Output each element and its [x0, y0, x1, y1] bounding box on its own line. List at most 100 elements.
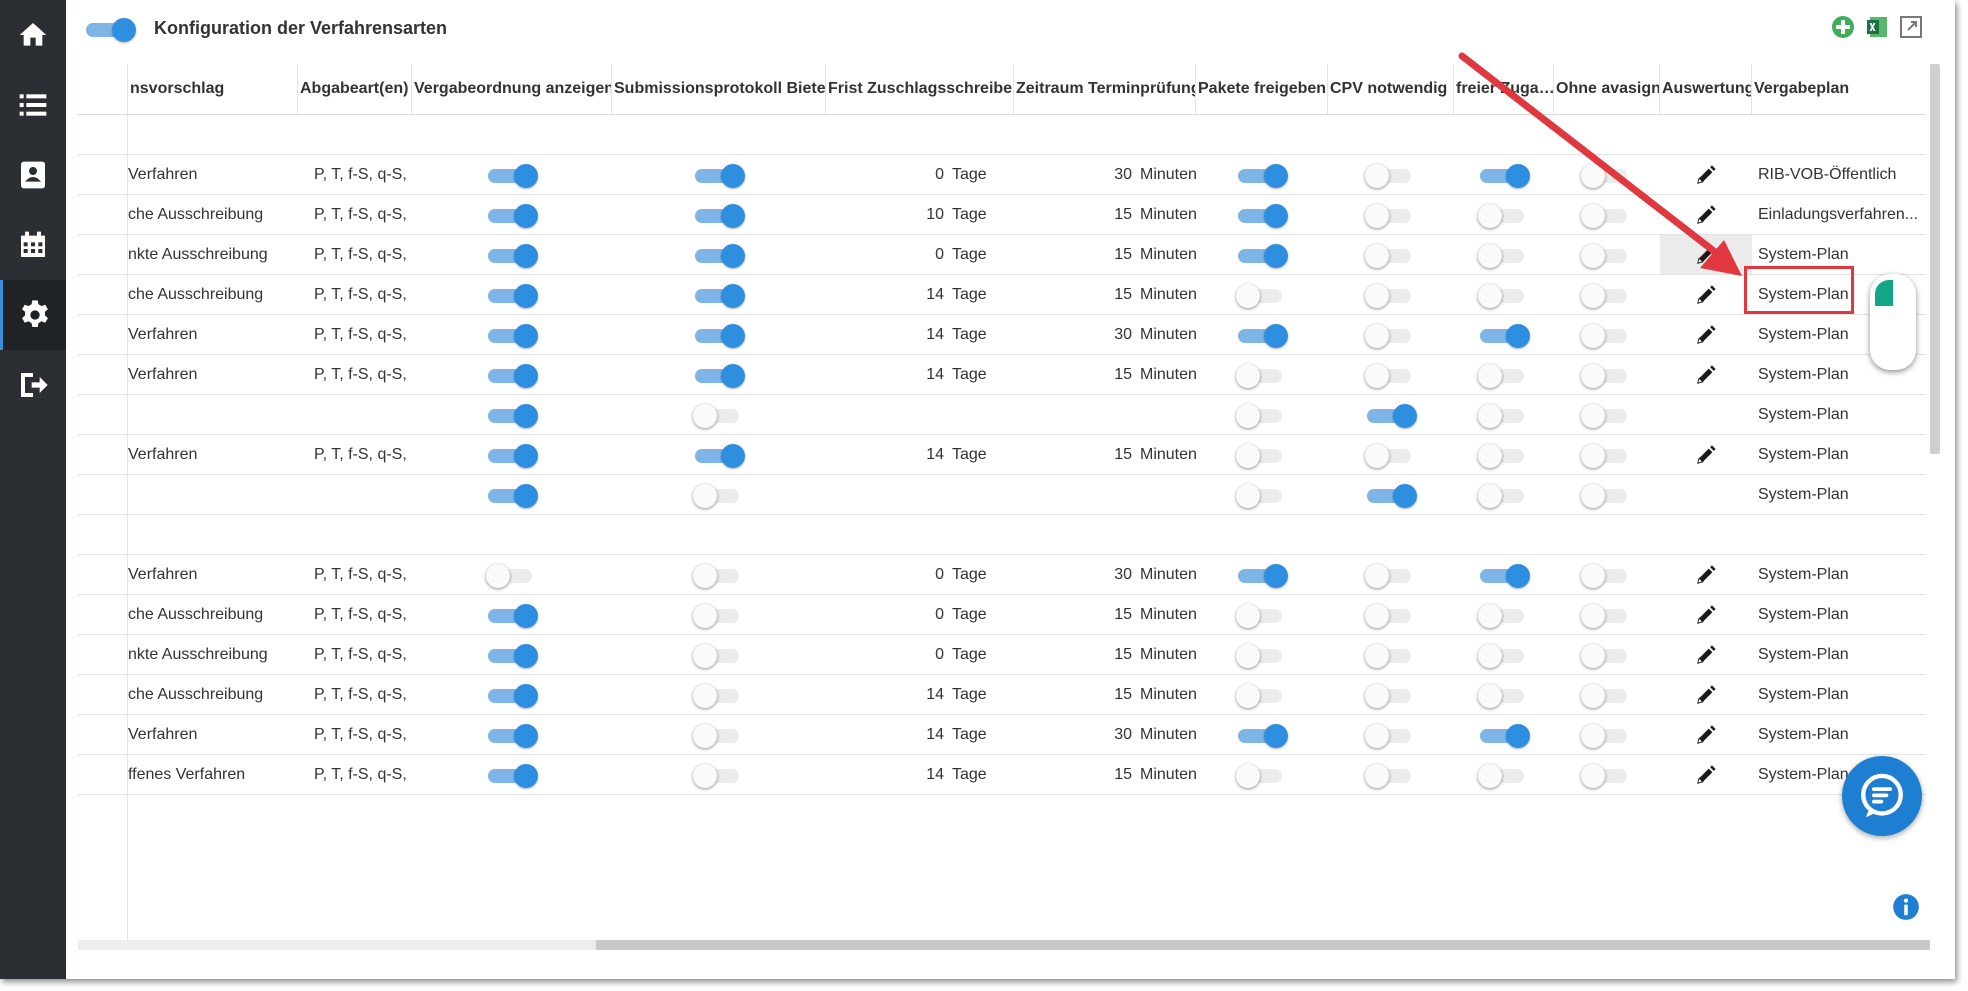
toggle-switch[interactable]: [488, 443, 538, 468]
toggle-switch[interactable]: [1365, 723, 1415, 748]
toggle-switch[interactable]: [695, 243, 745, 268]
toggle-switch[interactable]: [1236, 603, 1286, 628]
toggle-switch[interactable]: [1238, 563, 1288, 588]
toggle-switch[interactable]: [1238, 243, 1288, 268]
toggle-switch[interactable]: [1581, 483, 1631, 508]
toggle-switch[interactable]: [1478, 683, 1528, 708]
column-header[interactable]: Pakete freigeben: [1196, 64, 1328, 114]
sidebar-item-logout[interactable]: [0, 350, 66, 420]
toggle-switch[interactable]: [1581, 163, 1631, 188]
vertical-scrollbar[interactable]: [1930, 64, 1940, 454]
toggle-switch[interactable]: [1365, 323, 1415, 348]
toggle-switch[interactable]: [1365, 683, 1415, 708]
toggle-switch[interactable]: [1236, 363, 1286, 388]
toggle-switch[interactable]: [693, 683, 743, 708]
toggle-switch[interactable]: [1478, 283, 1528, 308]
toggle-switch[interactable]: [488, 323, 538, 348]
toggle-switch[interactable]: [693, 643, 743, 668]
toggle-switch[interactable]: [488, 683, 538, 708]
table-row[interactable]: che Ausschreibung P, T, f-S, q-S, ... 0 Tag…: [78, 595, 1926, 635]
toggle-switch[interactable]: [1478, 763, 1528, 788]
toggle-switch[interactable]: [488, 763, 538, 788]
toggle-switch[interactable]: [693, 603, 743, 628]
excel-export-icon[interactable]: [1865, 15, 1889, 39]
edit-evaluation-button[interactable]: [1660, 595, 1752, 634]
table-row[interactable]: nkte Ausschreibung P, T, f-S, q-S, ... 0 Ta…: [78, 235, 1926, 275]
sidebar-item-settings[interactable]: [0, 280, 66, 350]
column-header[interactable]: CPV notwendig: [1328, 64, 1454, 114]
edit-evaluation-button[interactable]: [1660, 315, 1752, 354]
toggle-switch[interactable]: [1365, 363, 1415, 388]
toggle-switch[interactable]: [1365, 643, 1415, 668]
add-icon[interactable]: [1831, 15, 1855, 39]
edit-evaluation-button[interactable]: [1660, 675, 1752, 714]
column-header[interactable]: Vergabeplan: [1752, 64, 1926, 114]
toggle-switch[interactable]: [1365, 243, 1415, 268]
toggle-switch[interactable]: [488, 363, 538, 388]
toggle-switch[interactable]: [695, 323, 745, 348]
edit-evaluation-button[interactable]: [1660, 635, 1752, 674]
toggle-switch[interactable]: [488, 723, 538, 748]
toggle-switch[interactable]: [1365, 563, 1415, 588]
toggle-switch[interactable]: [1581, 643, 1631, 668]
sidebar-item-calendar[interactable]: [0, 210, 66, 280]
column-header[interactable]: Auswertung: [1660, 64, 1752, 114]
table-row[interactable]: che Ausschreibung P, T, f-S, q-S, ... 14 Ta…: [78, 275, 1926, 315]
table-row[interactable]: che Ausschreibung P, T, f-S, q-S, ... 10 Ta…: [78, 195, 1926, 235]
table-row[interactable]: VerfahrenP, T, f-S, q-S, ...14Tage30Minu…: [78, 715, 1926, 755]
edit-evaluation-button[interactable]: [1660, 435, 1752, 474]
table-row[interactable]: [78, 515, 1926, 555]
toggle-switch[interactable]: [1480, 163, 1530, 188]
column-header[interactable]: Zeitraum Terminprüfung: [1014, 64, 1196, 114]
edit-evaluation-button[interactable]: [1660, 235, 1752, 274]
toggle-switch[interactable]: [1367, 483, 1417, 508]
toggle-switch[interactable]: [1365, 763, 1415, 788]
toggle-switch[interactable]: [1581, 603, 1631, 628]
toggle-switch[interactable]: [488, 163, 538, 188]
toggle-switch[interactable]: [1581, 563, 1631, 588]
toggle-switch[interactable]: [1236, 283, 1286, 308]
toggle-switch[interactable]: [695, 363, 745, 388]
table-row[interactable]: VerfahrenP, T, f-S, q-S, ...14Tage15Minu…: [78, 435, 1926, 475]
info-icon[interactable]: [1892, 893, 1920, 921]
toggle-switch[interactable]: [1367, 403, 1417, 428]
table-row[interactable]: [78, 115, 1926, 155]
toggle-switch[interactable]: [695, 203, 745, 228]
toggle-switch[interactable]: [1581, 363, 1631, 388]
expand-icon[interactable]: [1899, 15, 1923, 39]
toggle-switch[interactable]: [693, 483, 743, 508]
sidebar-item-list[interactable]: [0, 70, 66, 140]
toggle-switch[interactable]: [488, 203, 538, 228]
toggle-switch[interactable]: [1365, 283, 1415, 308]
toggle-switch[interactable]: [488, 643, 538, 668]
toggle-switch[interactable]: [1365, 443, 1415, 468]
toggle-switch[interactable]: [1478, 243, 1528, 268]
toggle-switch[interactable]: [1238, 163, 1288, 188]
toggle-switch[interactable]: [1238, 323, 1288, 348]
toggle-switch[interactable]: [488, 403, 538, 428]
toggle-switch[interactable]: [1478, 403, 1528, 428]
column-header[interactable]: Submissionsprotokoll Bieter: [612, 64, 826, 114]
column-header[interactable]: freier Zuga…: [1454, 64, 1554, 114]
column-header[interactable]: Abgabeart(en): [298, 64, 412, 114]
main-toggle[interactable]: [86, 18, 136, 42]
column-header[interactable]: Ohne avasign: [1554, 64, 1660, 114]
toggle-switch[interactable]: [1365, 203, 1415, 228]
table-row[interactable]: che Ausschreibung P, T, f-S, q-S, ... 14 Ta…: [78, 675, 1926, 715]
toggle-switch[interactable]: [1480, 563, 1530, 588]
toggle-switch[interactable]: [1581, 243, 1631, 268]
toggle-switch[interactable]: [695, 283, 745, 308]
toggle-switch[interactable]: [1478, 363, 1528, 388]
toggle-switch[interactable]: [1581, 283, 1631, 308]
table-row[interactable]: ffenes Verfahren P, T, f-S, q-S, ... 14 Tag…: [78, 755, 1926, 795]
toggle-switch[interactable]: [693, 403, 743, 428]
edit-evaluation-button[interactable]: [1660, 755, 1752, 794]
toggle-switch[interactable]: [488, 483, 538, 508]
toggle-switch[interactable]: [488, 603, 538, 628]
table-row[interactable]: VerfahrenP, T, f-S, q-S, ...14Tage30Minu…: [78, 315, 1926, 355]
table-row[interactable]: VerfahrenP, T, f-S, q-S, ...0Tage30Minut…: [78, 155, 1926, 195]
toggle-switch[interactable]: [488, 283, 538, 308]
table-row[interactable]: System-Plan: [78, 475, 1926, 515]
toggle-switch[interactable]: [1480, 723, 1530, 748]
toggle-switch[interactable]: [693, 763, 743, 788]
